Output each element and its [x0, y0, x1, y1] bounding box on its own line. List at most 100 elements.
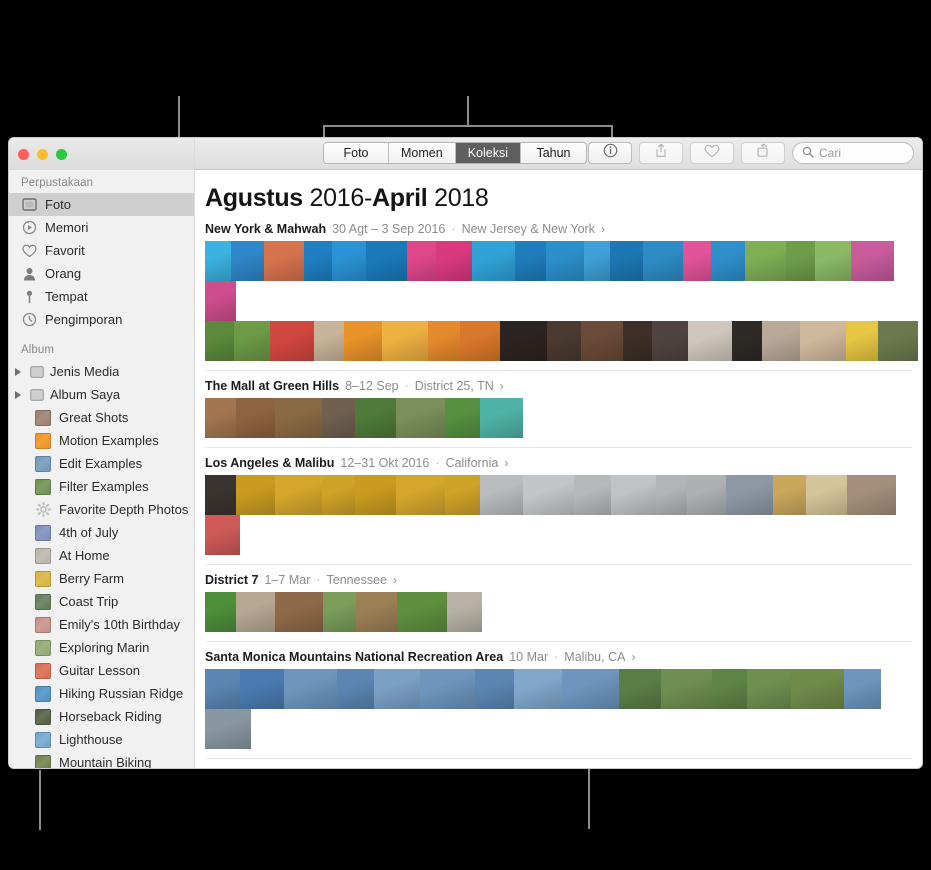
- photo-thumbnail[interactable]: [231, 241, 264, 281]
- photo-strip[interactable]: [205, 669, 922, 749]
- photo-thumbnail[interactable]: [610, 241, 643, 281]
- chevron-right-icon[interactable]: ›: [500, 379, 504, 393]
- chevron-right-icon[interactable]: ›: [455, 767, 459, 768]
- photo-thumbnail[interactable]: [397, 592, 447, 632]
- close-button[interactable]: [18, 148, 29, 160]
- collection-header[interactable]: Santa Monica Mountains National Recreati…: [205, 650, 922, 664]
- sidebar-album-emily-s-10th-birthday[interactable]: Emily's 10th Birthday: [9, 613, 194, 636]
- minimize-button[interactable]: [37, 148, 48, 160]
- photo-thumbnail[interactable]: [851, 241, 894, 281]
- sidebar-album-great-shots[interactable]: Great Shots: [9, 406, 194, 429]
- photo-thumbnail[interactable]: [445, 398, 480, 438]
- photo-thumbnail[interactable]: [337, 669, 374, 709]
- photo-thumbnail[interactable]: [355, 398, 396, 438]
- photo-thumbnail[interactable]: [623, 321, 652, 361]
- view-mode-segmented-control[interactable]: Foto Momen Koleksi Tahun: [323, 142, 587, 164]
- photo-thumbnail[interactable]: [205, 241, 231, 281]
- photo-thumbnail[interactable]: [332, 241, 366, 281]
- sidebar-album-horseback-riding[interactable]: Horseback Riding: [9, 705, 194, 728]
- photo-thumbnail[interactable]: [574, 475, 611, 515]
- search-field[interactable]: Cari: [792, 142, 914, 164]
- rotate-button[interactable]: [741, 142, 785, 164]
- photo-thumbnail[interactable]: [240, 669, 284, 709]
- photo-thumbnail[interactable]: [688, 321, 732, 361]
- photo-thumbnail[interactable]: [711, 241, 745, 281]
- photo-thumbnail[interactable]: [407, 241, 436, 281]
- chevron-right-icon[interactable]: ›: [504, 456, 508, 470]
- photo-thumbnail[interactable]: [205, 709, 251, 749]
- chevron-right-icon[interactable]: [15, 367, 23, 376]
- photo-thumbnail[interactable]: [515, 241, 546, 281]
- sidebar-album-filter-examples[interactable]: Filter Examples: [9, 475, 194, 498]
- photo-thumbnail[interactable]: [460, 321, 500, 361]
- photo-thumbnail[interactable]: [322, 398, 355, 438]
- photo-thumbnail[interactable]: [304, 241, 332, 281]
- photo-strip[interactable]: [205, 592, 922, 632]
- photo-thumbnail[interactable]: [205, 281, 236, 321]
- photo-thumbnail[interactable]: [844, 669, 881, 709]
- sidebar-item-memori[interactable]: Memori: [9, 216, 194, 239]
- sidebar-album-favorite-depth-photos[interactable]: Favorite Depth Photos: [9, 498, 194, 521]
- collections-scroll-area[interactable]: Agustus 2016-April 2018 New York & Mahwa…: [195, 170, 922, 768]
- sidebar-group-album-saya[interactable]: Album Saya: [9, 383, 194, 406]
- sidebar-album-motion-examples[interactable]: Motion Examples: [9, 429, 194, 452]
- photo-thumbnail[interactable]: [815, 241, 851, 281]
- photo-thumbnail[interactable]: [205, 321, 234, 361]
- photo-thumbnail[interactable]: [806, 475, 847, 515]
- photo-thumbnail[interactable]: [234, 321, 270, 361]
- collection-header[interactable]: The Mall at Green Hills 8–12 Sep · District…: [205, 379, 922, 393]
- photo-thumbnail[interactable]: [236, 475, 275, 515]
- photo-thumbnail[interactable]: [205, 592, 236, 632]
- photo-thumbnail[interactable]: [445, 475, 480, 515]
- sidebar-album-hiking-russian-ridge[interactable]: Hiking Russian Ridge: [9, 682, 194, 705]
- photo-thumbnail[interactable]: [323, 592, 356, 632]
- photo-thumbnail[interactable]: [846, 321, 878, 361]
- collection-header[interactable]: Santa Monica 29–30 Apr 2018 · California ›: [205, 767, 922, 768]
- sidebar-album-exploring-marin[interactable]: Exploring Marin: [9, 636, 194, 659]
- photo-thumbnail[interactable]: [236, 592, 275, 632]
- photo-thumbnail[interactable]: [205, 669, 240, 709]
- sidebar-album-lighthouse[interactable]: Lighthouse: [9, 728, 194, 751]
- photo-thumbnail[interactable]: [314, 321, 344, 361]
- photo-thumbnail[interactable]: [356, 592, 397, 632]
- sidebar-album-edit-examples[interactable]: Edit Examples: [9, 452, 194, 475]
- photo-thumbnail[interactable]: [475, 669, 514, 709]
- photo-thumbnail[interactable]: [275, 475, 322, 515]
- sidebar-album-berry-farm[interactable]: Berry Farm: [9, 567, 194, 590]
- sidebar-item-orang[interactable]: Orang: [9, 262, 194, 285]
- album-list[interactable]: Great Shots Motion Examples Edit Examples F…: [9, 406, 194, 768]
- photo-thumbnail[interactable]: [878, 321, 918, 361]
- info-button[interactable]: [588, 142, 632, 164]
- photo-thumbnail[interactable]: [773, 475, 806, 515]
- photo-thumbnail[interactable]: [428, 321, 460, 361]
- tab-tahun[interactable]: Tahun: [520, 143, 586, 163]
- photo-strip[interactable]: [205, 241, 922, 321]
- photo-thumbnail[interactable]: [284, 669, 337, 709]
- photo-strip[interactable]: [205, 321, 922, 361]
- sidebar-item-pengimporan[interactable]: Pengimporan: [9, 308, 194, 331]
- sidebar-album-at-home[interactable]: At Home: [9, 544, 194, 567]
- sidebar-item-favorit[interactable]: Favorit: [9, 239, 194, 262]
- photo-strip[interactable]: [205, 398, 922, 438]
- photo-thumbnail[interactable]: [236, 398, 275, 438]
- photo-thumbnail[interactable]: [523, 475, 574, 515]
- photo-thumbnail[interactable]: [366, 241, 407, 281]
- photo-thumbnail[interactable]: [800, 321, 846, 361]
- photo-thumbnail[interactable]: [762, 321, 800, 361]
- photo-thumbnail[interactable]: [500, 321, 547, 361]
- photo-thumbnail[interactable]: [712, 669, 747, 709]
- share-button[interactable]: [639, 142, 683, 164]
- photo-thumbnail[interactable]: [732, 321, 762, 361]
- chevron-right-icon[interactable]: ›: [601, 222, 605, 236]
- chevron-right-icon[interactable]: [15, 390, 23, 399]
- photo-thumbnail[interactable]: [205, 515, 240, 555]
- collection-header[interactable]: Los Angeles & Malibu 12–31 Okt 2016 · Calif…: [205, 456, 922, 470]
- photo-thumbnail[interactable]: [726, 475, 773, 515]
- photo-thumbnail[interactable]: [786, 241, 815, 281]
- photo-thumbnail[interactable]: [480, 475, 523, 515]
- photo-thumbnail[interactable]: [344, 321, 382, 361]
- sidebar-album-guitar-lesson[interactable]: Guitar Lesson: [9, 659, 194, 682]
- zoom-button[interactable]: [56, 148, 67, 160]
- photo-thumbnail[interactable]: [205, 398, 236, 438]
- photo-thumbnail[interactable]: [547, 321, 581, 361]
